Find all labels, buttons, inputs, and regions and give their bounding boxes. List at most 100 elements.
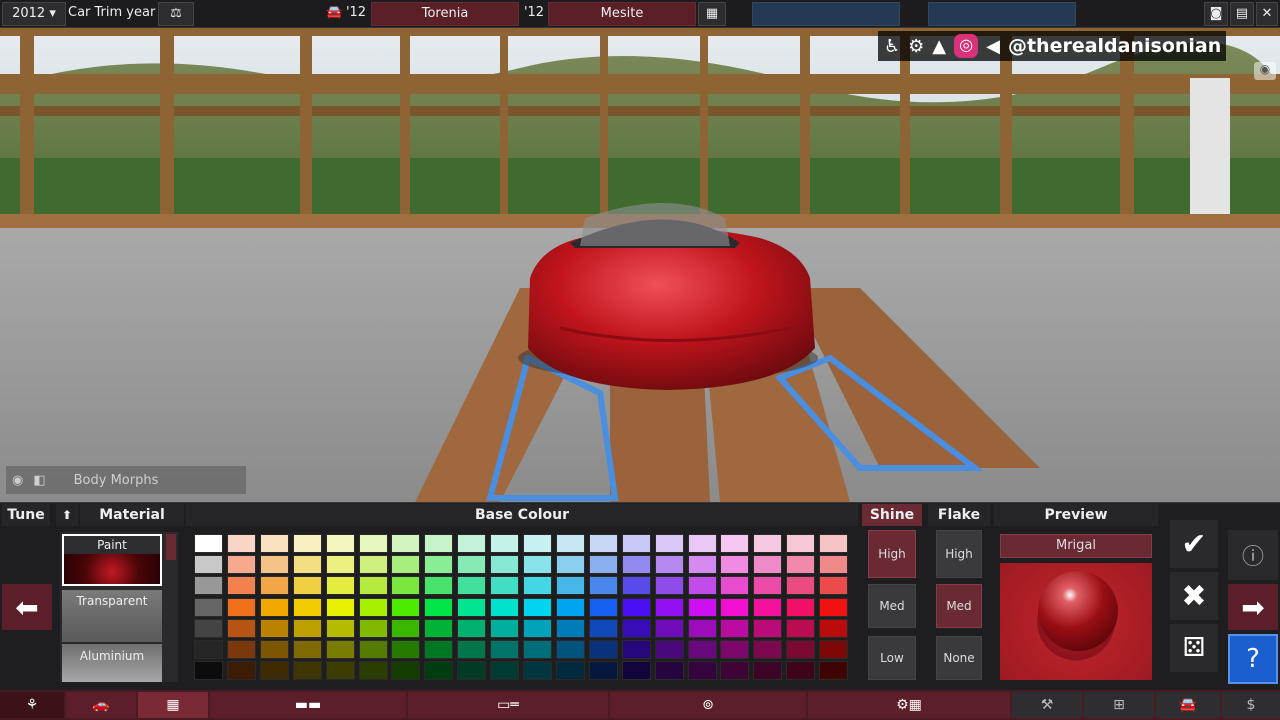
colour-swatch[interactable]: [523, 555, 552, 575]
colour-swatch[interactable]: [720, 661, 750, 681]
nav-cost-icon[interactable]: $: [1222, 692, 1280, 718]
arrow-up-icon[interactable]: ⬆: [56, 504, 78, 526]
colour-swatch[interactable]: [786, 640, 816, 659]
colour-swatch[interactable]: [358, 534, 388, 553]
colour-swatch[interactable]: [292, 555, 322, 575]
colour-swatch[interactable]: [588, 640, 618, 659]
colour-swatch[interactable]: [457, 576, 487, 596]
colour-swatch[interactable]: [259, 597, 289, 617]
nav-suspension-icon[interactable]: ▭═: [408, 692, 608, 718]
colour-swatch[interactable]: [325, 618, 355, 638]
colour-swatch[interactable]: [325, 576, 355, 596]
colour-swatch[interactable]: [226, 640, 256, 659]
randomize-dice-icon[interactable]: ⚄: [1170, 624, 1218, 672]
colour-swatch[interactable]: [786, 576, 816, 596]
shine-low[interactable]: Low: [868, 636, 916, 680]
colour-swatch[interactable]: [424, 576, 454, 596]
colour-swatch[interactable]: [358, 661, 388, 681]
colour-swatch[interactable]: [654, 618, 684, 638]
colour-swatch[interactable]: [325, 534, 355, 553]
colour-swatch[interactable]: [588, 597, 618, 617]
colour-swatch[interactable]: [654, 597, 684, 617]
colour-swatch[interactable]: [654, 640, 684, 659]
nav-tune-icon[interactable]: ⚒: [1012, 692, 1082, 718]
arrow-right-icon[interactable]: ➡: [1228, 584, 1278, 630]
colour-swatch[interactable]: [490, 618, 520, 638]
colour-swatch[interactable]: [687, 618, 717, 638]
colour-swatch[interactable]: [490, 555, 520, 575]
colour-swatch[interactable]: [457, 534, 487, 553]
colour-swatch[interactable]: [259, 534, 289, 553]
camera-icon[interactable]: ◙: [1204, 2, 1228, 26]
colour-swatch[interactable]: [588, 618, 618, 638]
material-scrollbar[interactable]: [166, 534, 176, 560]
year-dropdown[interactable]: 2012 ▾: [2, 2, 66, 26]
colour-swatch[interactable]: [358, 576, 388, 596]
colour-swatch[interactable]: [194, 661, 223, 681]
colour-swatch[interactable]: [786, 618, 816, 638]
colour-swatch[interactable]: [753, 618, 783, 638]
nav-drivetrain-icon[interactable]: ⊞: [1084, 692, 1154, 718]
colour-swatch[interactable]: [523, 618, 552, 638]
colour-swatch[interactable]: [391, 640, 421, 659]
colour-swatch[interactable]: [292, 661, 322, 681]
trim-name-field[interactable]: Mesite: [548, 2, 696, 26]
colour-swatch[interactable]: [194, 555, 223, 575]
colour-swatch[interactable]: [325, 555, 355, 575]
colour-swatch[interactable]: [226, 534, 256, 553]
colour-swatch[interactable]: [786, 534, 816, 553]
shine-med[interactable]: Med: [868, 584, 916, 628]
colour-swatch[interactable]: [457, 555, 487, 575]
colour-swatch[interactable]: [424, 661, 454, 681]
arrow-left-icon[interactable]: ⬅: [2, 584, 52, 630]
colour-swatch[interactable]: [687, 597, 717, 617]
colour-swatch[interactable]: [720, 576, 750, 596]
colour-swatch[interactable]: [819, 640, 849, 659]
colour-swatch[interactable]: [292, 640, 322, 659]
colour-swatch[interactable]: [194, 576, 223, 596]
colour-swatch[interactable]: [819, 597, 849, 617]
colour-swatch[interactable]: [292, 576, 322, 596]
colour-swatch[interactable]: [490, 534, 520, 553]
colour-swatch[interactable]: [490, 661, 520, 681]
colour-swatch[interactable]: [194, 640, 223, 659]
colour-swatch[interactable]: [391, 576, 421, 596]
colour-swatch[interactable]: [621, 597, 651, 617]
colour-swatch[interactable]: [588, 576, 618, 596]
paint-name-field[interactable]: Mrigal: [1000, 534, 1152, 558]
colour-swatch[interactable]: [259, 661, 289, 681]
colour-swatch[interactable]: [786, 661, 816, 681]
compare-scale-icon[interactable]: ⚖: [158, 2, 194, 26]
body-morphs-panel[interactable]: ◉ ◧ Body Morphs: [6, 466, 246, 494]
colour-swatch[interactable]: [555, 661, 585, 681]
colour-swatch[interactable]: [720, 618, 750, 638]
colour-swatch[interactable]: [753, 661, 783, 681]
colour-swatch[interactable]: [424, 640, 454, 659]
colour-swatch[interactable]: [457, 597, 487, 617]
colour-swatch[interactable]: [687, 534, 717, 553]
colour-swatch[interactable]: [490, 576, 520, 596]
colour-swatch[interactable]: [621, 640, 651, 659]
colour-swatch[interactable]: [555, 534, 585, 553]
colour-swatch[interactable]: [523, 534, 552, 553]
colour-swatch[interactable]: [786, 597, 816, 617]
colour-swatch[interactable]: [358, 618, 388, 638]
colour-swatch[interactable]: [654, 576, 684, 596]
colour-swatch[interactable]: [259, 555, 289, 575]
colour-swatch[interactable]: [259, 618, 289, 638]
colour-swatch[interactable]: [391, 555, 421, 575]
flake-med[interactable]: Med: [936, 584, 982, 628]
colour-swatch[interactable]: [424, 555, 454, 575]
colour-swatch[interactable]: [194, 534, 223, 553]
colour-swatch[interactable]: [819, 555, 849, 575]
flake-none[interactable]: None: [936, 636, 982, 680]
material-aluminium[interactable]: Aluminium: [62, 644, 162, 682]
colour-swatch[interactable]: [819, 661, 849, 681]
nav-gearbox-icon[interactable]: ⚙▦: [808, 692, 1010, 718]
settings-gear-icon[interactable]: ⚙: [908, 36, 924, 57]
colour-swatch[interactable]: [490, 597, 520, 617]
colour-swatch[interactable]: [490, 640, 520, 659]
nav-engine-icon[interactable]: ⊚: [610, 692, 806, 718]
colour-swatch[interactable]: [424, 597, 454, 617]
colour-swatch[interactable]: [588, 534, 618, 553]
